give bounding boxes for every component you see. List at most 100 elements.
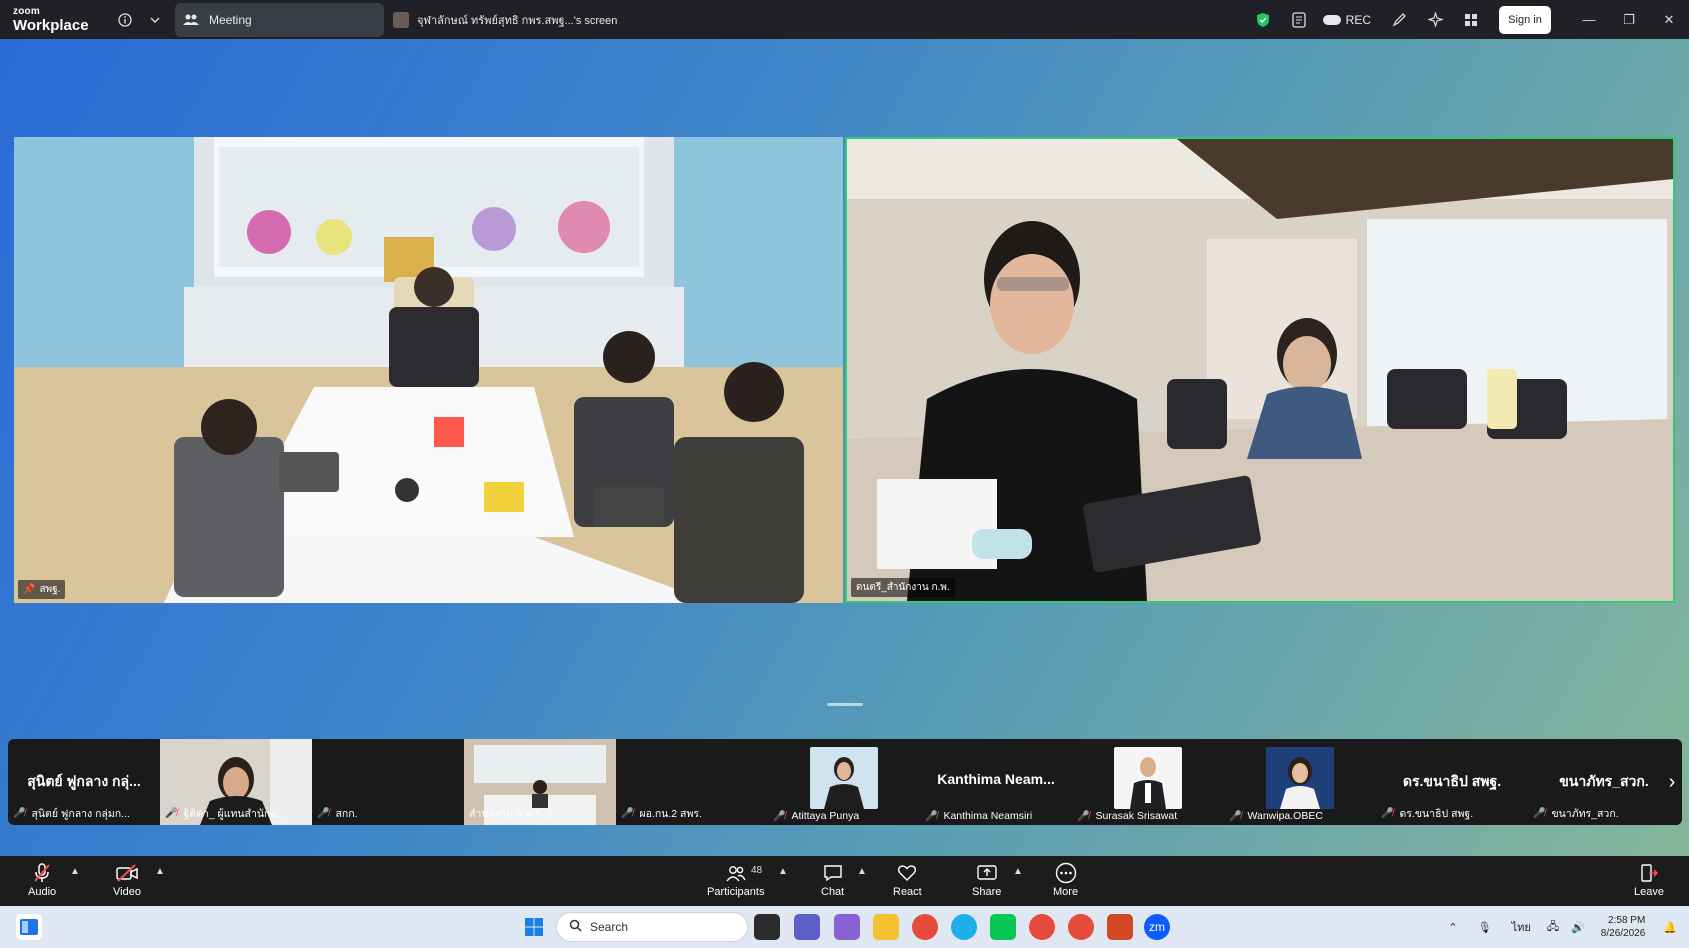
- audio-options-caret[interactable]: ▲: [70, 866, 80, 877]
- share-options-caret[interactable]: ▲: [1013, 866, 1023, 877]
- input-language[interactable]: ไทย: [1512, 918, 1531, 936]
- shield-icon[interactable]: [1252, 9, 1274, 31]
- video-tile-right-active-speaker[interactable]: ดนตรี_สำนักงาน ก.พ.: [845, 137, 1675, 603]
- gallery-tile[interactable]: 🎤̸ Atittaya Punya: [768, 739, 920, 825]
- line-icon[interactable]: [990, 914, 1016, 940]
- notes-icon[interactable]: [1288, 9, 1310, 31]
- file-explorer-icon[interactable]: [873, 914, 899, 940]
- tile-display-name: ขนาภัทร_สวก.: [1559, 773, 1649, 789]
- notifications-bell-icon[interactable]: 🔔: [1663, 921, 1677, 934]
- chat-button[interactable]: Chat: [821, 862, 844, 898]
- participants-icon: [726, 862, 746, 884]
- audio-button[interactable]: Audio: [28, 862, 56, 898]
- leave-button[interactable]: Leave: [1634, 862, 1664, 898]
- react-label: React: [893, 886, 922, 898]
- chevron-down-icon[interactable]: [147, 17, 163, 23]
- gallery-resize-handle[interactable]: [827, 703, 863, 706]
- sharer-avatar: [393, 11, 409, 28]
- tile-label: 🎤̸ ขนาภัทร_สวก.: [1533, 805, 1619, 822]
- tile-label: 🎤̸ Kanthima Neamsiri: [925, 810, 1032, 822]
- tray-overflow-icon[interactable]: ⌃: [1448, 921, 1457, 934]
- gallery-tile[interactable]: Kanthima Neam... 🎤̸ Kanthima Neamsiri: [920, 739, 1072, 825]
- tile-label: 🎤̸ ดร.ขนาธิป สพฐ.: [1381, 805, 1473, 822]
- gallery-tile[interactable]: 🎤̸ Wanwipa.OBEC: [1224, 739, 1376, 825]
- zoom-app-icon[interactable]: zm: [1144, 914, 1170, 940]
- tile-label-text: ขนาภัทร_สวก.: [1551, 808, 1619, 820]
- gallery-tile[interactable]: 🎤̸ ผอ.กน.2 สพร.: [616, 739, 768, 825]
- video-button[interactable]: Video: [113, 862, 141, 898]
- audio-label: Audio: [28, 886, 57, 898]
- shared-screen-label: จุฬาลักษณ์ ทรัพย์สุทธิ กพร.สพฐ...'s scre…: [417, 14, 618, 27]
- participant-name: สพฐ.: [39, 584, 61, 595]
- annotate-pen-icon[interactable]: [1388, 9, 1410, 31]
- apps-grid-icon[interactable]: [1460, 9, 1482, 31]
- chrome-profile-icon[interactable]: [1029, 914, 1055, 940]
- react-button[interactable]: React: [893, 862, 922, 898]
- close-icon[interactable]: ✕: [1649, 12, 1689, 28]
- share-screen-icon: [976, 862, 998, 884]
- participants-options-caret[interactable]: ▲: [778, 866, 788, 877]
- gallery-tile[interactable]: 🎤̸ สกก.: [312, 739, 464, 825]
- info-icon[interactable]: [115, 10, 135, 30]
- widgets-icon[interactable]: [16, 914, 42, 940]
- gallery-next-page-button[interactable]: ›: [1662, 739, 1682, 825]
- gallery-tile[interactable]: ดร.ขนาธิป สพฐ. 🎤̸ ดร.ขนาธิป สพฐ.: [1376, 739, 1528, 825]
- top-right-toolbar: REC Sign in — ❐ ✕: [1245, 0, 1689, 39]
- network-icon[interactable]: 🖧: [1547, 918, 1559, 937]
- tile-label-text: Kanthima Neamsiri: [943, 810, 1033, 822]
- clock[interactable]: 2:58 PM 8/26/2026: [1601, 914, 1646, 940]
- powerpoint-icon[interactable]: [1107, 914, 1133, 940]
- tile-label: 🎤̸ ฐิติดา_ ผู้แทนสำนักง...: [165, 805, 284, 822]
- sign-in-button[interactable]: Sign in: [1499, 5, 1551, 34]
- video-options-caret[interactable]: ▲: [155, 866, 165, 877]
- gallery-tile[interactable]: ขนาภัทร_สวก. 🎤̸ ขนาภัทร_สวก.: [1528, 739, 1680, 825]
- tile-display-name: ดร.ขนาธิป สพฐ.: [1402, 773, 1502, 789]
- tile-label: 🎤̸ ผอ.กน.2 สพร.: [621, 805, 702, 822]
- clock-date: 8/26/2026: [1600, 928, 1646, 939]
- restore-icon[interactable]: ❐: [1609, 12, 1649, 28]
- ai-companion-sparkle-icon[interactable]: [1424, 9, 1446, 31]
- gallery-tile[interactable]: 🎤̸ ฐิติดา_ ผู้แทนสำนักง...: [160, 739, 312, 825]
- video-tile-left[interactable]: 📌 สพฐ.: [14, 137, 843, 603]
- tile-label: 🎤̸ สุนิตย์ ฟูกลาง กลุ่มก...: [13, 805, 130, 822]
- share-button[interactable]: Share: [972, 862, 1001, 898]
- tile-label-text: สำนักงาน ก.พ.ร. 2: [469, 808, 553, 820]
- copilot-icon[interactable]: [834, 914, 860, 940]
- microphone-icon[interactable]: 🎙: [1478, 921, 1492, 934]
- chat-options-caret[interactable]: ▲: [857, 866, 867, 877]
- participant-avatar-photo: [1266, 747, 1334, 809]
- meeting-stage: 📌 สพฐ. ดนตรี_สำนักงาน ก.พ. สุนิตย์ ฟูกลา…: [0, 39, 1689, 856]
- participant-name: ดนตรี_สำนักงาน ก.พ.: [856, 582, 950, 593]
- gallery-tile[interactable]: 🎤̸ Surasak Srisawat: [1072, 739, 1224, 825]
- logo-big-text: Workplace: [13, 16, 89, 34]
- cloud-record-button[interactable]: REC: [1322, 13, 1371, 27]
- mic-muted-icon: 🎤̸: [925, 810, 938, 822]
- minimize-icon[interactable]: —: [1569, 12, 1609, 27]
- gallery-tile[interactable]: สำนักงาน ก.พ.ร. 2: [464, 739, 616, 825]
- taskbar-search-box[interactable]: Search: [556, 912, 748, 942]
- teams-icon[interactable]: [794, 914, 820, 940]
- chat-label: Chat: [821, 886, 845, 898]
- shared-screen-tab[interactable]: จุฬาลักษณ์ ทรัพย์สุทธิ กพร.สพฐ...'s scre…: [393, 11, 617, 29]
- share-label: Share: [972, 886, 1002, 898]
- gallery-strip: สุนิตย์ ฟูกลาง กลุ่... 🎤̸ สุนิตย์ ฟูกลาง …: [8, 739, 1682, 825]
- mic-muted-icon: 🎤̸: [1381, 808, 1394, 819]
- participant-name-tag: ดนตรี_สำนักงาน ก.พ.: [851, 578, 955, 597]
- edge-icon[interactable]: [951, 914, 977, 940]
- video-off-icon: [115, 862, 139, 884]
- gallery-tile[interactable]: สุนิตย์ ฟูกลาง กลุ่... 🎤̸ สุนิตย์ ฟูกลาง …: [8, 739, 160, 825]
- tile-display-name: Kanthima Neam...: [937, 771, 1055, 787]
- mic-muted-icon: 🎤̸: [773, 810, 786, 822]
- tile-label-text: ดร.ขนาธิป สพฐ.: [1399, 808, 1474, 820]
- more-button[interactable]: More: [1053, 862, 1078, 898]
- chrome-profile-2-icon[interactable]: [1068, 914, 1094, 940]
- volume-icon[interactable]: 🔊: [1571, 921, 1585, 934]
- tile-label-text: Surasak Srisawat: [1095, 810, 1178, 822]
- task-view-icon[interactable]: [754, 914, 780, 940]
- meeting-tab[interactable]: Meeting: [175, 2, 384, 37]
- windows-start-icon[interactable]: [521, 914, 547, 940]
- chrome-icon[interactable]: [912, 914, 938, 940]
- pin-icon: 📌: [23, 584, 36, 595]
- tile-label: สำนักงาน ก.พ.ร. 2: [469, 805, 552, 822]
- search-placeholder: Search: [590, 920, 629, 934]
